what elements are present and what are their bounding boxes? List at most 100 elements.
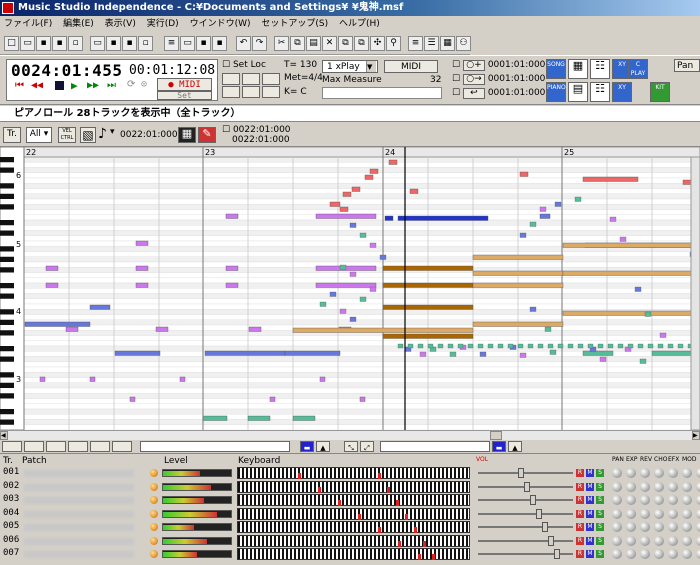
mixer-select-1[interactable] <box>140 441 290 452</box>
volume-slider[interactable] <box>478 549 573 559</box>
pianoroll-canvas[interactable]: 6 5 4 3 22 23 24 25 <box>0 147 700 430</box>
panel-button[interactable]: Pan <box>674 59 700 72</box>
note-event[interactable] <box>447 343 454 349</box>
mixer-track-row[interactable]: 003 R M S <box>0 494 700 506</box>
note-event[interactable] <box>135 282 149 288</box>
fx-knob[interactable] <box>654 549 664 559</box>
note-event[interactable] <box>477 343 484 349</box>
note-event[interactable] <box>369 286 377 292</box>
fx-knob[interactable] <box>612 468 622 478</box>
mute-button[interactable]: M <box>586 536 594 545</box>
note-event[interactable] <box>369 242 377 248</box>
kit-mode-button[interactable]: KIT <box>650 82 670 102</box>
fx-knob[interactable] <box>626 535 636 546</box>
mixer-toggle-1[interactable]: ▬ <box>300 441 314 452</box>
note-event[interactable] <box>349 316 357 322</box>
midi-record-button[interactable]: ● MIDI <box>157 78 212 91</box>
fx-knob[interactable] <box>640 481 650 492</box>
track-select[interactable]: All ▾ <box>26 127 52 143</box>
save-as-icon[interactable]: ▪ <box>52 36 67 51</box>
insert-icon[interactable]: ✣ <box>370 36 385 51</box>
fx-knob[interactable] <box>654 481 664 492</box>
fx-knob[interactable] <box>696 481 700 492</box>
fx-knob[interactable] <box>612 522 622 532</box>
note-event[interactable] <box>349 271 357 277</box>
fx-knob[interactable] <box>682 535 692 546</box>
fx-knob[interactable] <box>640 495 650 505</box>
scroll-thumb[interactable] <box>490 431 502 440</box>
list-icon[interactable]: ≡ <box>408 36 423 51</box>
note-event[interactable] <box>607 343 614 349</box>
volume-slider[interactable] <box>478 508 573 519</box>
fx-knob[interactable] <box>682 508 692 519</box>
patch-dot-icon[interactable] <box>150 496 158 504</box>
note-event[interactable] <box>539 213 551 219</box>
fx-knob[interactable] <box>682 481 692 492</box>
stop-button[interactable] <box>55 81 64 90</box>
note-event[interactable] <box>609 216 617 222</box>
note-event[interactable] <box>329 291 337 297</box>
mixer-track-row[interactable]: 004 R M S <box>0 507 700 520</box>
loc2-row[interactable]: ☐ ○→ 0001:01:000 <box>452 74 545 85</box>
forward-end-button[interactable]: ⏭ <box>107 80 116 91</box>
menu-window[interactable]: ウインドウ(W) <box>186 19 255 29</box>
open-doc-icon[interactable]: ▭ <box>180 36 195 51</box>
redo-icon[interactable]: ↷ <box>252 36 267 51</box>
note-event[interactable] <box>397 343 404 349</box>
note-event[interactable] <box>529 306 537 312</box>
save-song-icon[interactable]: ▪ <box>106 36 121 51</box>
volume-slider-thumb[interactable] <box>542 522 548 532</box>
note-event[interactable] <box>419 351 427 357</box>
note-event[interactable] <box>567 343 574 349</box>
note-event[interactable] <box>292 415 316 421</box>
collapse-icon[interactable]: ⤢ <box>360 441 374 452</box>
network-icon[interactable]: ⚇ <box>456 36 471 51</box>
locator-4-button[interactable] <box>222 86 240 98</box>
xy2-mode-button[interactable]: XY <box>612 82 632 102</box>
loc3-row[interactable]: ☐ ↩ 0001:01:000 <box>452 88 545 99</box>
mixer-tool-3[interactable] <box>46 441 66 452</box>
fx-knob[interactable] <box>654 468 664 478</box>
max-measure-input[interactable] <box>322 87 442 99</box>
pianoroll-grid[interactable]: 6 5 4 3 22 23 24 25 <box>0 147 700 430</box>
grid-view-icon[interactable]: ▦ <box>178 127 196 143</box>
fx-knob[interactable] <box>654 535 664 546</box>
note-length-icon[interactable]: ♪ <box>98 126 107 142</box>
fx-knob[interactable] <box>612 535 622 546</box>
note-event[interactable] <box>269 396 276 402</box>
fx-knob[interactable] <box>640 508 650 519</box>
note-event[interactable] <box>382 333 474 339</box>
note-event[interactable] <box>472 254 564 260</box>
locator-6-button[interactable] <box>262 86 280 98</box>
note-event[interactable] <box>349 222 357 228</box>
patch-dot-icon[interactable] <box>150 469 158 477</box>
note-event[interactable] <box>225 265 239 271</box>
note-event[interactable] <box>379 254 387 260</box>
solo-button[interactable]: S <box>596 509 604 518</box>
fx-knob[interactable] <box>696 522 700 532</box>
volume-slider[interactable] <box>478 495 573 505</box>
undo-icon[interactable]: ↶ <box>236 36 251 51</box>
note-event[interactable] <box>202 415 228 421</box>
quantize-icon[interactable]: ⚲ <box>386 36 401 51</box>
fx-knob[interactable] <box>682 549 692 559</box>
note-event[interactable] <box>247 415 271 421</box>
rec-button[interactable]: R <box>576 509 584 518</box>
fx-knob[interactable] <box>668 495 678 505</box>
note-event[interactable] <box>248 326 262 332</box>
fx-knob[interactable] <box>640 468 650 478</box>
note-event[interactable] <box>582 176 639 182</box>
note-event[interactable] <box>562 270 694 276</box>
volume-slider-thumb[interactable] <box>554 549 560 559</box>
grid-icon[interactable]: ▦ <box>440 36 455 51</box>
fx-knob[interactable] <box>626 508 636 519</box>
mixer-track-row[interactable]: 005 R M S <box>0 521 700 533</box>
mixer-track-row[interactable]: 001 R M S <box>0 467 700 479</box>
note-event[interactable] <box>45 282 59 288</box>
loc1-row[interactable]: ☐ ○+ 0001:01:000 <box>452 60 545 71</box>
note-event[interactable] <box>427 343 434 349</box>
patch-name[interactable] <box>24 537 134 545</box>
note-event[interactable] <box>155 326 169 332</box>
note-event[interactable] <box>129 396 136 402</box>
new-file-icon[interactable]: □ <box>4 36 19 51</box>
